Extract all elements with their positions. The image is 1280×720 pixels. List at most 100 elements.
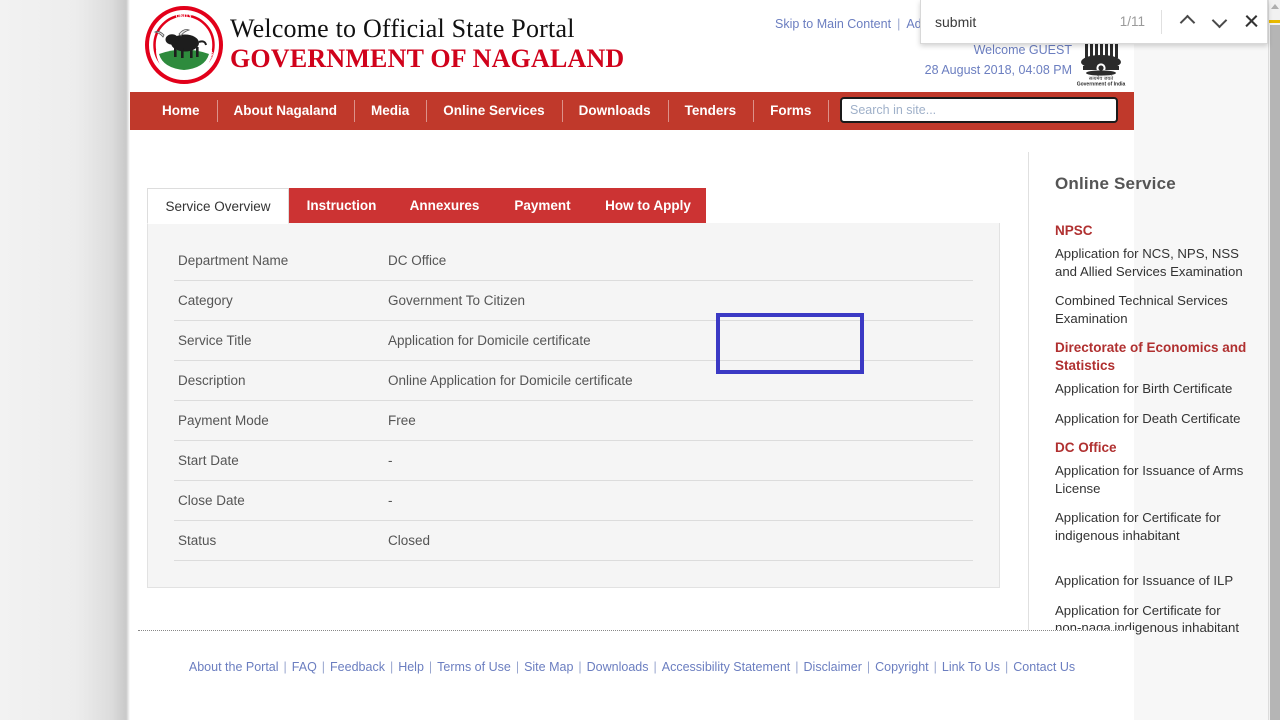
site-brand: Welcome to Official State Portal GOVERNM… (230, 14, 624, 74)
nav-item-tenders[interactable]: Tenders (668, 92, 754, 130)
page-left-gutter (0, 0, 130, 720)
find-in-page-bar: submit 1/11 (920, 0, 1268, 44)
footer-link-help[interactable]: Help (398, 660, 424, 674)
link-separator: | (795, 660, 798, 674)
footer-link-site-map[interactable]: Site Map (524, 660, 573, 674)
footer-link-terms-of-use[interactable]: Terms of Use (437, 660, 511, 674)
nav-item-forms[interactable]: Forms (753, 92, 828, 130)
sidebar-service-link[interactable]: Combined Technical Services Examination (1055, 292, 1247, 327)
table-row: Close Date - (174, 481, 973, 521)
service-detail-panel: Service Overview Instruction Annexures P… (147, 188, 1000, 589)
sidebar-group-economics-statistics: Directorate of Economics and Statistics … (1055, 339, 1255, 427)
link-separator: | (429, 660, 432, 674)
table-row: Status Closed (174, 521, 973, 561)
browser-scrollbar-thumb[interactable] (1270, 25, 1280, 720)
row-value: Closed (384, 521, 973, 561)
row-label: Start Date (174, 441, 384, 481)
chevron-up-icon (1181, 15, 1194, 28)
browser-viewport: UNITY GOVERNMENT OF NAGALAND Welcome to … (0, 0, 1268, 720)
tab-how-to-apply[interactable]: How to Apply (590, 188, 706, 224)
row-value: DC Office (384, 241, 973, 281)
find-next-button[interactable] (1204, 7, 1236, 37)
row-label: Department Name (174, 241, 384, 281)
row-label: Close Date (174, 481, 384, 521)
find-input[interactable]: submit (935, 14, 1095, 30)
nagaland-emblem-logo[interactable]: UNITY GOVERNMENT OF NAGALAND (145, 6, 223, 84)
sidebar-service-link[interactable]: Application for Death Certificate (1055, 410, 1247, 428)
brand-welcome-line: Welcome to Official State Portal (230, 14, 624, 44)
footer-link-disclaimer[interactable]: Disclaimer (804, 660, 862, 674)
sidebar-service-link[interactable]: Application for Certificate for indigeno… (1055, 509, 1247, 544)
sidebar-group-title: NPSC (1055, 222, 1255, 240)
footer-divider (138, 630, 1126, 631)
search-input[interactable] (840, 97, 1118, 123)
footer-link-link-to-us[interactable]: Link To Us (942, 660, 1000, 674)
service-tabs: Service Overview Instruction Annexures P… (147, 188, 1000, 224)
nav-item-media[interactable]: Media (354, 92, 426, 130)
sidebar-service-link[interactable] (1055, 556, 1247, 566)
row-value: Application for Domicile certificate (384, 321, 973, 361)
link-separator: | (897, 17, 900, 31)
link-separator: | (578, 660, 581, 674)
sidebar-group-title: Directorate of Economics and Statistics (1055, 339, 1255, 375)
nav-item-about-nagaland[interactable]: About Nagaland (217, 92, 355, 130)
link-separator: | (390, 660, 393, 674)
site-search (840, 97, 1118, 123)
table-row: Payment Mode Free (174, 401, 973, 441)
sidebar-service-link[interactable]: Application for Issuance of Arms License (1055, 462, 1247, 497)
browser-scrollbar[interactable] (1268, 0, 1280, 720)
row-label: Description (174, 361, 384, 401)
link-skip-to-main-content[interactable]: Skip to Main Content (775, 17, 891, 31)
svg-text:Government of India: Government of India (1077, 82, 1126, 87)
find-match-count: 1/11 (1095, 14, 1145, 29)
header-welcome-block: Welcome GUEST 28 August 2018, 04:08 PM (925, 40, 1072, 80)
sidebar-scroll-area: NPSC Application for NCS, NPS, NSS and A… (1055, 222, 1255, 674)
footer-link-about-the-portal[interactable]: About the Portal (189, 660, 279, 674)
service-overview-table: Department Name DC Office Category Gover… (174, 241, 973, 561)
main-navigation: Home About Nagaland Media Online Service… (130, 92, 1134, 130)
current-datetime-text: 28 August 2018, 04:08 PM (925, 60, 1072, 80)
site-footer: About the Portal | FAQ | Feedback | Help | Terms… (130, 630, 1134, 720)
nav-item-online-services[interactable]: Online Services (426, 92, 561, 130)
link-separator: | (284, 660, 287, 674)
scrollbar-up-arrow-icon[interactable] (1271, 4, 1279, 9)
find-previous-button[interactable] (1172, 7, 1204, 37)
row-value: - (384, 481, 973, 521)
footer-links: About the Portal | FAQ | Feedback | Help | Terms… (130, 660, 1134, 674)
find-match-tick-marker (1269, 20, 1280, 23)
india-national-emblem-icon: सत्यमेव जयते Government of India (1076, 38, 1126, 86)
table-row: Service Title Application for Domicile c… (174, 321, 973, 361)
close-icon (1244, 14, 1259, 29)
sidebar-service-link[interactable]: Application for Birth Certificate (1055, 380, 1247, 398)
row-value: Free (384, 401, 973, 441)
nav-item-downloads[interactable]: Downloads (562, 92, 668, 130)
link-separator: | (867, 660, 870, 674)
portal-page: UNITY GOVERNMENT OF NAGALAND Welcome to … (130, 0, 1134, 720)
find-close-button[interactable] (1235, 7, 1267, 37)
page-content: Service Overview Instruction Annexures P… (130, 130, 1134, 675)
svg-text:UNITY: UNITY (176, 14, 193, 20)
footer-link-feedback[interactable]: Feedback (330, 660, 385, 674)
sidebar-service-link[interactable]: Application for Issuance of ILP (1055, 572, 1247, 590)
tab-annexures[interactable]: Annexures (394, 188, 495, 224)
link-separator: | (516, 660, 519, 674)
footer-link-copyright[interactable]: Copyright (875, 660, 929, 674)
footer-link-contact-us[interactable]: Contact Us (1013, 660, 1075, 674)
service-overview-panel: Department Name DC Office Category Gover… (147, 223, 1000, 588)
row-value: Government To Citizen (384, 281, 973, 321)
row-label: Category (174, 281, 384, 321)
footer-link-accessibility-statement[interactable]: Accessibility Statement (662, 660, 791, 674)
table-row: Department Name DC Office (174, 241, 973, 281)
nav-item-home[interactable]: Home (145, 92, 217, 130)
tab-service-overview[interactable]: Service Overview (147, 188, 289, 224)
row-label: Status (174, 521, 384, 561)
tab-payment[interactable]: Payment (495, 188, 590, 224)
sidebar-service-link[interactable]: Application for NCS, NPS, NSS and Allied… (1055, 245, 1247, 280)
footer-link-downloads[interactable]: Downloads (587, 660, 649, 674)
footer-link-faq[interactable]: FAQ (292, 660, 317, 674)
sidebar-group-dc-office: DC Office Application for Issuance of Ar… (1055, 439, 1255, 637)
sidebar-group-npsc: NPSC Application for NCS, NPS, NSS and A… (1055, 222, 1255, 327)
tab-instruction[interactable]: Instruction (289, 188, 394, 224)
row-value: Online Application for Domicile certific… (384, 361, 973, 401)
link-separator: | (1005, 660, 1008, 674)
